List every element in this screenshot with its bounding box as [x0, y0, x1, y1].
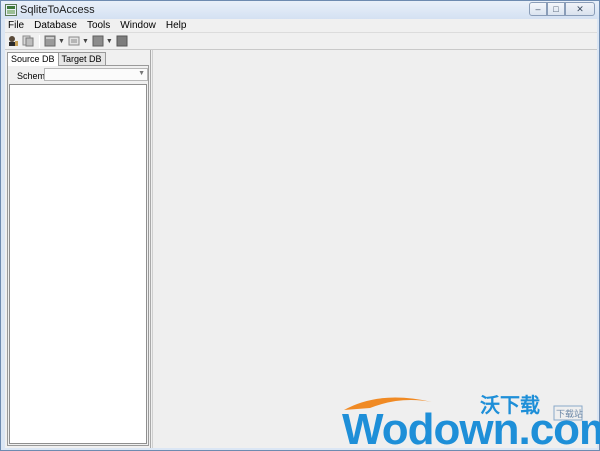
tab-target-db[interactable]: Target DB [57, 52, 106, 65]
export-dropdown-button[interactable]: ▼ [92, 34, 113, 48]
tab-source-db[interactable]: Source DB [7, 52, 59, 66]
query-dropdown-button[interactable]: ▼ [68, 34, 89, 48]
app-window: SqliteToAccess – □ ✕ File Database Tools… [0, 0, 600, 451]
schema-select[interactable]: ▼ [44, 68, 148, 81]
app-icon [5, 4, 17, 16]
chevron-down-icon: ▼ [81, 37, 89, 45]
chevron-down-icon: ▼ [138, 70, 145, 77]
title-bar[interactable]: SqliteToAccess – □ ✕ [1, 1, 599, 19]
table-dropdown-button[interactable]: ▼ [44, 34, 65, 48]
menu-file[interactable]: File [5, 19, 29, 32]
minimize-button[interactable]: – [529, 2, 547, 16]
watermark-badge-text: 下载站 [556, 408, 583, 420]
export-icon [92, 35, 104, 47]
menu-window[interactable]: Window [115, 19, 161, 32]
database-panel: Source DB Target DB Schema ▼ [5, 50, 151, 448]
disconnect-icon [22, 35, 34, 47]
wodown-watermark-logo: 沃下载 Wodown.com 下载站 [342, 393, 600, 451]
window-title: SqliteToAccess [20, 4, 95, 16]
menu-bar: File Database Tools Window Help [5, 19, 597, 32]
source-db-tab-content: Schema ▼ [7, 65, 149, 446]
minimize-icon: – [535, 4, 541, 14]
table-icon [44, 35, 56, 47]
stop-icon [116, 35, 128, 47]
toolbar: ▼ ▼ ▼ [5, 32, 597, 50]
maximize-button[interactable]: □ [547, 2, 565, 16]
maximize-icon: □ [553, 4, 559, 14]
client-area: File Database Tools Window Help ▼ ▼ ▼ So… [5, 19, 597, 448]
connect-icon [9, 36, 18, 46]
menu-database[interactable]: Database [29, 19, 82, 32]
close-button[interactable]: ✕ [565, 2, 595, 16]
menu-tools[interactable]: Tools [82, 19, 115, 32]
chevron-down-icon: ▼ [105, 37, 113, 45]
toolbar-separator [39, 34, 40, 48]
query-icon [68, 36, 80, 46]
close-icon: ✕ [576, 3, 584, 14]
db-tabs: Source DB Target DB [7, 52, 106, 66]
disconnect-button[interactable] [22, 34, 34, 48]
window-controls: – □ ✕ [529, 2, 595, 16]
connect-button[interactable] [7, 34, 19, 48]
menu-help[interactable]: Help [161, 19, 192, 32]
chevron-down-icon: ▼ [58, 37, 65, 45]
object-tree[interactable] [9, 84, 147, 444]
stop-button[interactable] [116, 34, 128, 48]
